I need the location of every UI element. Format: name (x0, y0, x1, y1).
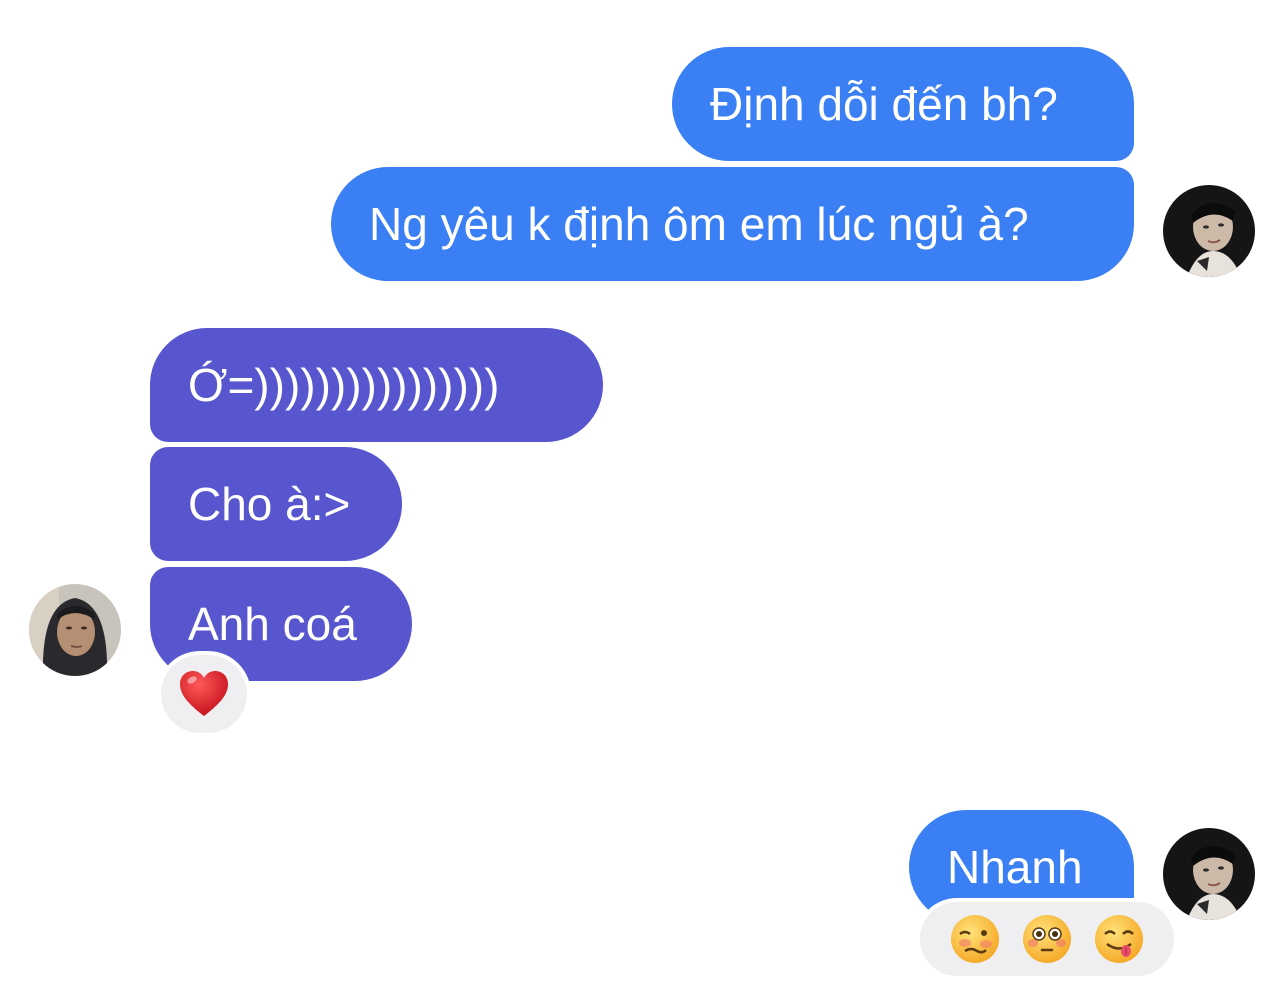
message-reaction-pill[interactable] (157, 651, 251, 737)
avatar-photo-icon (1163, 185, 1255, 277)
avatar-photo-icon (1163, 828, 1255, 920)
avatar-photo-icon (29, 584, 121, 676)
woozy-face-icon (951, 915, 999, 963)
message-reaction-pill[interactable] (916, 898, 1178, 980)
flushed-face-icon (1023, 915, 1071, 963)
sender-avatar[interactable] (1163, 828, 1255, 920)
outgoing-message-bubble[interactable]: Định dỗi đến bh? (672, 47, 1134, 161)
incoming-message-bubble[interactable]: Ớ=)))))))))))))))) (150, 328, 603, 442)
face-savoring-food-icon (1095, 915, 1143, 963)
red-heart-icon (180, 671, 228, 716)
sender-avatar[interactable] (1163, 185, 1255, 277)
chat-thread: Định dỗi đến bh? Ng yêu k định ôm em lúc… (0, 0, 1284, 984)
incoming-message-bubble[interactable]: Cho à:> (150, 447, 402, 561)
contact-avatar[interactable] (29, 584, 121, 676)
outgoing-message-bubble[interactable]: Ng yêu k định ôm em lúc ngủ à? (331, 167, 1134, 281)
